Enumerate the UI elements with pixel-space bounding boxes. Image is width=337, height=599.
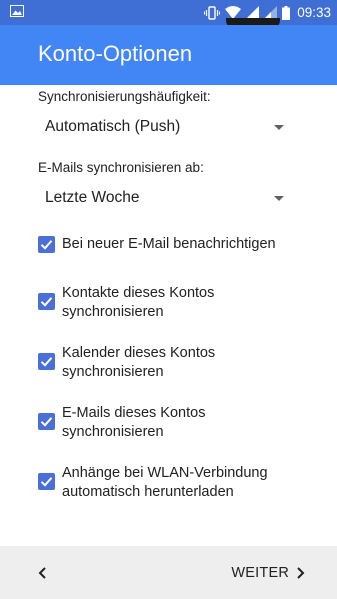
option-notify-new-mail[interactable]: Bei neuer E-Mail benachrichtigen [38, 235, 318, 257]
sync-since-label: E-Mails synchronisieren ab: [38, 160, 204, 175]
sync-since-value: Letzte Woche [45, 189, 140, 206]
page-title: Konto-Optionen [38, 41, 193, 66]
option-label-line1: Anhänge bei WLAN-Verbindung [62, 465, 268, 481]
back-button[interactable] [28, 561, 58, 585]
checkbox-checked-icon[interactable] [38, 413, 55, 430]
sync-since-dropdown[interactable]: Letzte Woche [38, 182, 288, 214]
option-label-line2: synchronisieren [62, 304, 164, 320]
option-label-line2: automatisch herunterladen [62, 484, 234, 500]
option-label: Bei neuer E-Mail benachrichtigen [62, 236, 276, 252]
next-button-label: WEITER [231, 565, 289, 581]
option-sync-calendar[interactable]: Kalender dieses Kontos synchronisieren [38, 344, 318, 384]
image-icon [10, 5, 24, 17]
status-time: 09:33 [297, 5, 331, 20]
dropdown-arrow-icon [274, 125, 284, 130]
app-bar: Konto-Optionen [0, 25, 337, 85]
chevron-right-icon [297, 567, 305, 579]
option-label-line1: Kalender dieses Kontos [62, 345, 216, 361]
option-label-line2: synchronisieren [62, 424, 164, 440]
option-sync-contacts[interactable]: Kontakte dieses Kontos synchronisieren [38, 284, 318, 324]
option-sync-emails[interactable]: E-Mails dieses Kontos synchronisieren [38, 404, 318, 444]
sync-frequency-dropdown[interactable]: Automatisch (Push) [38, 111, 288, 143]
option-label-line2: synchronisieren [62, 364, 164, 380]
battery-icon [282, 5, 291, 20]
checkbox-checked-icon[interactable] [38, 293, 55, 310]
next-button[interactable]: WEITER [231, 561, 307, 585]
bottom-navigation-bar: WEITER [0, 546, 337, 599]
checkbox-checked-icon[interactable] [38, 353, 55, 370]
option-label-line1: E-Mails dieses Kontos [62, 405, 206, 421]
status-bar: 09:33 [0, 0, 337, 25]
checkbox-checked-icon[interactable] [38, 236, 55, 253]
dropdown-arrow-icon [274, 196, 284, 201]
sync-frequency-value: Automatisch (Push) [45, 118, 181, 135]
checkbox-checked-icon[interactable] [38, 473, 55, 490]
sync-frequency-label: Synchronisierungshäufigkeit: [38, 89, 211, 104]
vibrate-icon [204, 5, 221, 20]
option-download-attachments[interactable]: Anhänge bei WLAN-Verbindung automatisch … [38, 464, 318, 504]
chevron-left-icon [38, 567, 46, 579]
option-label-line1: Kontakte dieses Kontos [62, 285, 215, 301]
